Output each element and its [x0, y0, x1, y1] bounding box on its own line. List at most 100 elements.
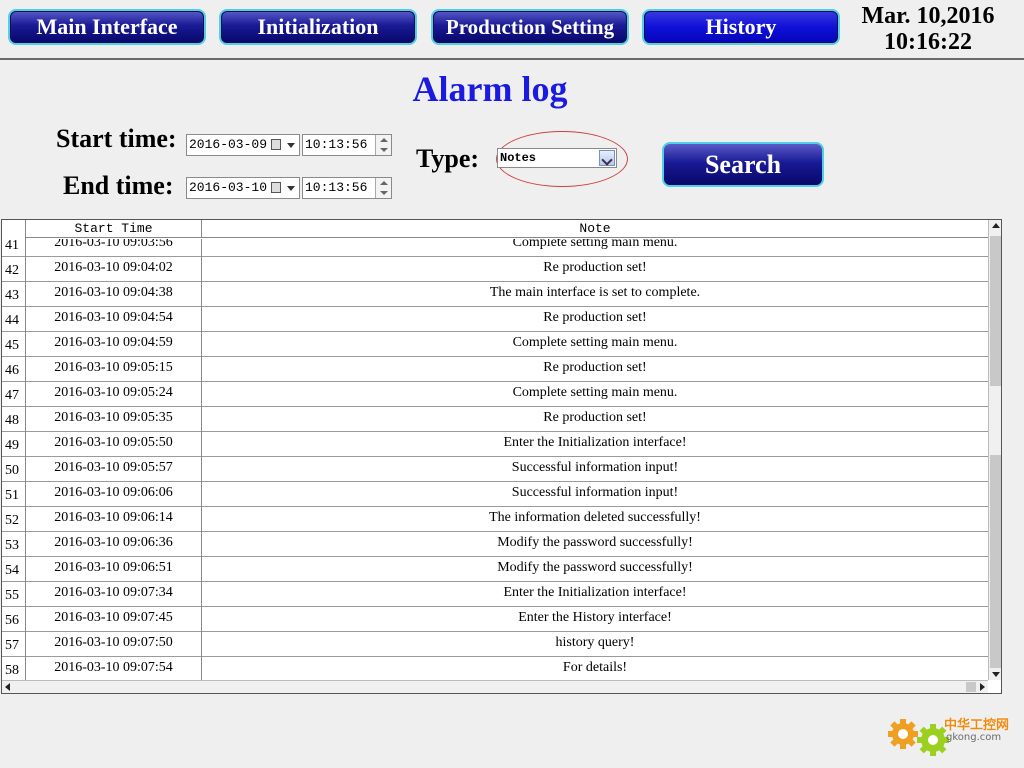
- scroll-thumb[interactable]: [966, 682, 976, 692]
- table-row[interactable]: 53 2016-03-10 09:06:36 Modify the password…: [2, 532, 988, 557]
- clock-time: 10:16:22: [884, 29, 972, 55]
- table-header: Start Time Note: [26, 220, 988, 238]
- row-number: 48: [2, 407, 26, 432]
- table-row[interactable]: 54 2016-03-10 09:06:51 Modify the password…: [2, 557, 988, 582]
- cell-start-time: 2016-03-10 09:05:24: [26, 382, 202, 407]
- row-number: 54: [2, 557, 26, 582]
- table-body: 41 2016-03-10 09:03:56 Complete setting ma…: [2, 239, 988, 680]
- cell-note: Re production set!: [543, 310, 647, 325]
- watermark-text: 中华工控网: [944, 718, 1010, 733]
- row-number: 50: [2, 457, 26, 482]
- search-button[interactable]: Search: [662, 142, 824, 187]
- chevron-down-icon[interactable]: [287, 186, 295, 191]
- table-row[interactable]: 41 2016-03-10 09:03:56 Complete setting ma…: [2, 239, 988, 257]
- nav-main-interface-button[interactable]: Main Interface: [8, 9, 206, 45]
- spin-buttons[interactable]: [375, 135, 391, 155]
- column-header-start-time[interactable]: Start Time: [26, 220, 202, 238]
- row-number: 57: [2, 632, 26, 657]
- row-number: 53: [2, 532, 26, 557]
- calendar-icon[interactable]: [271, 182, 281, 193]
- cell-note: The information deleted successfully!: [489, 510, 701, 525]
- table-row[interactable]: 52 2016-03-10 09:06:14 The information del…: [2, 507, 988, 532]
- end-time-label: End time:: [63, 171, 174, 200]
- chevron-down-icon[interactable]: [287, 143, 295, 148]
- alarm-log-table[interactable]: Start Time Note 41 2016-03-10 09:03:56 Com…: [1, 219, 1002, 694]
- row-number: 51: [2, 482, 26, 507]
- table-row[interactable]: 46 2016-03-10 09:05:15 Re production set!: [2, 357, 988, 382]
- end-date-picker[interactable]: 2016-03-10: [186, 177, 300, 199]
- spin-buttons[interactable]: [375, 178, 391, 198]
- row-number: 42: [2, 257, 26, 282]
- start-time-value: 10:13:56: [305, 137, 368, 152]
- cell-note: Enter the Initialization interface!: [503, 585, 687, 600]
- table-row[interactable]: 51 2016-03-10 09:06:06 Successful informat…: [2, 482, 988, 507]
- cell-note: Re production set!: [543, 410, 647, 425]
- clock-date: Mar. 10,2016: [861, 3, 995, 29]
- table-row[interactable]: 42 2016-03-10 09:04:02 Re production set!: [2, 257, 988, 282]
- column-header-note[interactable]: Note: [202, 220, 988, 238]
- calendar-icon[interactable]: [271, 139, 281, 150]
- nav-initialization-button[interactable]: Initialization: [219, 9, 417, 45]
- cell-start-time: 2016-03-10 09:05:50: [26, 432, 202, 457]
- table-row[interactable]: 45 2016-03-10 09:04:59 Complete setting ma…: [2, 332, 988, 357]
- cell-start-time: 2016-03-10 09:06:51: [26, 557, 202, 582]
- scroll-left-icon[interactable]: [5, 683, 10, 691]
- cell-note: Complete setting main menu.: [512, 335, 678, 350]
- cell-note: For details!: [562, 660, 628, 675]
- table-row[interactable]: 49 2016-03-10 09:05:50 Enter the Initializ…: [2, 432, 988, 457]
- table-row[interactable]: 50 2016-03-10 09:05:57 Successful informat…: [2, 457, 988, 482]
- cell-note: Enter the Initialization interface!: [503, 435, 687, 450]
- page-title: Alarm log: [412, 69, 568, 109]
- table-row[interactable]: 55 2016-03-10 09:07:34 Enter the Initializ…: [2, 582, 988, 607]
- end-date-value: 2016-03-10: [189, 180, 268, 195]
- spin-down-icon[interactable]: [380, 148, 388, 152]
- table-row[interactable]: 47 2016-03-10 09:05:24 Complete setting ma…: [2, 382, 988, 407]
- type-select-value: Notes: [500, 151, 537, 165]
- scroll-down-icon[interactable]: [992, 672, 1000, 677]
- cell-start-time: 2016-03-10 09:04:38: [26, 282, 202, 307]
- cell-start-time: 2016-03-10 09:06:06: [26, 482, 202, 507]
- row-number: 56: [2, 607, 26, 632]
- cell-start-time: 2016-03-10 09:05:15: [26, 357, 202, 382]
- table-row[interactable]: 56 2016-03-10 09:07:45 Enter the History i…: [2, 607, 988, 632]
- spin-down-icon[interactable]: [380, 191, 388, 195]
- vertical-scrollbar[interactable]: [988, 220, 1001, 680]
- row-number: 58: [2, 657, 26, 680]
- end-time-value: 10:13:56: [305, 180, 368, 195]
- cell-note: Enter the History interface!: [518, 610, 672, 625]
- table-row[interactable]: 57 2016-03-10 09:07:50 history query!: [2, 632, 988, 657]
- cell-note: Modify the password successfully!: [497, 560, 693, 575]
- type-select[interactable]: Notes: [497, 148, 617, 168]
- cell-start-time: 2016-03-10 09:07:45: [26, 607, 202, 632]
- row-number: 47: [2, 382, 26, 407]
- cell-start-time: 2016-03-10 09:06:36: [26, 532, 202, 557]
- horizontal-scrollbar[interactable]: [2, 680, 988, 693]
- end-time-stepper[interactable]: 10:13:56: [302, 177, 392, 199]
- chevron-down-icon[interactable]: [599, 150, 615, 166]
- table-row[interactable]: 58 2016-03-10 09:07:54 For details!: [2, 657, 988, 680]
- table-row[interactable]: 48 2016-03-10 09:05:35 Re production set!: [2, 407, 988, 432]
- cell-start-time: 2016-03-10 09:07:34: [26, 582, 202, 607]
- start-date-picker[interactable]: 2016-03-09: [186, 134, 300, 156]
- cell-start-time: 2016-03-10 09:03:56: [26, 239, 202, 257]
- scroll-track-upper[interactable]: [990, 236, 1001, 386]
- cell-start-time: 2016-03-10 09:05:57: [26, 457, 202, 482]
- scroll-right-icon[interactable]: [980, 683, 985, 691]
- scroll-up-icon[interactable]: [992, 223, 1000, 228]
- start-date-value: 2016-03-09: [189, 137, 268, 152]
- nav-production-setting-button[interactable]: Production Setting: [431, 9, 629, 45]
- nav-history-button[interactable]: History: [642, 9, 840, 45]
- row-number: 52: [2, 507, 26, 532]
- spin-up-icon[interactable]: [380, 181, 388, 185]
- scroll-track-lower[interactable]: [990, 455, 1001, 668]
- start-time-stepper[interactable]: 10:13:56: [302, 134, 392, 156]
- table-row[interactable]: 44 2016-03-10 09:04:54 Re production set!: [2, 307, 988, 332]
- table-row[interactable]: 43 2016-03-10 09:04:38 The main interface …: [2, 282, 988, 307]
- row-number: 45: [2, 332, 26, 357]
- cell-start-time: 2016-03-10 09:04:54: [26, 307, 202, 332]
- cell-note: Complete setting main menu.: [512, 385, 678, 400]
- clock: Mar. 10,2016 10:16:22: [848, 3, 1008, 55]
- row-number: 55: [2, 582, 26, 607]
- cell-note: Re production set!: [543, 260, 647, 275]
- spin-up-icon[interactable]: [380, 138, 388, 142]
